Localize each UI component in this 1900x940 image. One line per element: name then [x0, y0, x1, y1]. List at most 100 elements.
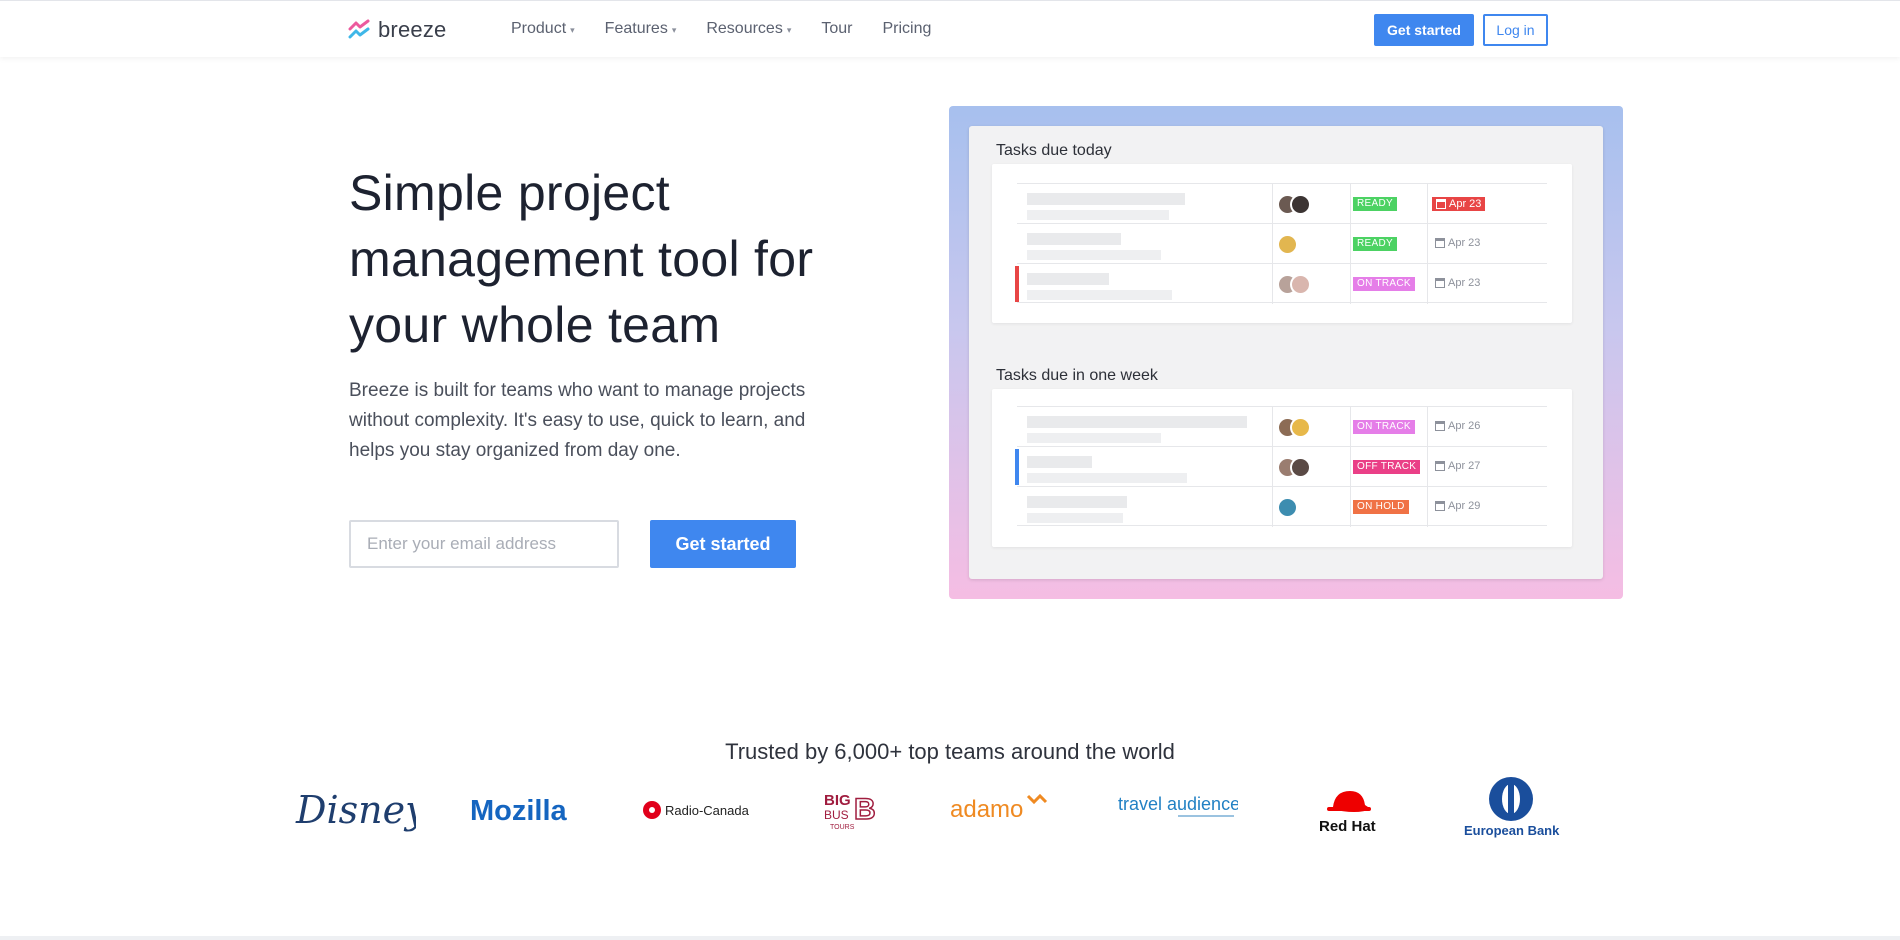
task-title-placeholder	[1027, 456, 1092, 468]
section-title-week: Tasks due in one week	[996, 367, 1158, 384]
assignee-avatars	[1277, 497, 1298, 518]
adamo-logo-text: adamo	[950, 796, 1023, 823]
due-date-text: Apr 26	[1448, 420, 1481, 432]
top-navbar: breeze Product ▾ Features ▾ Resources ▾ Tou…	[0, 0, 1900, 57]
due-date-text: Apr 23	[1448, 277, 1481, 289]
travel-audience-logo-text: travel audience	[1118, 794, 1238, 814]
trusted-heading: Trusted by 6,000+ top teams around the w…	[725, 739, 1175, 764]
status-badge: ON TRACK	[1353, 277, 1415, 291]
tasks-week-card: ON TRACK Apr 26 OFF TRACK Apr 27 ON HOLD…	[992, 389, 1572, 547]
task-title-placeholder	[1027, 416, 1247, 428]
nav-get-started-button[interactable]: Get started	[1374, 14, 1474, 46]
task-title-placeholder	[1027, 233, 1121, 245]
status-badge: ON HOLD	[1353, 500, 1409, 514]
task-title-placeholder	[1027, 496, 1127, 508]
menu-label: Tour	[821, 20, 853, 37]
due-date-text: Apr 23	[1448, 237, 1481, 249]
red-hat-logo-text: Red Hat	[1319, 818, 1376, 835]
menu-item-pricing[interactable]: Pricing	[882, 20, 931, 38]
task-title-placeholder	[1027, 193, 1185, 205]
task-row[interactable]: ON HOLD Apr 29	[1017, 486, 1547, 527]
task-row[interactable]: READY Apr 23	[1017, 183, 1547, 224]
task-row[interactable]: READY Apr 23	[1017, 223, 1547, 264]
assignee-avatars	[1277, 457, 1311, 478]
section-title-today: Tasks due today	[996, 142, 1112, 159]
task-subtitle-placeholder	[1027, 250, 1161, 260]
chevron-down-icon: ▾	[671, 24, 677, 35]
task-subtitle-placeholder	[1027, 513, 1123, 523]
avatar	[1290, 457, 1311, 478]
menu-item-features[interactable]: Features ▾	[605, 20, 677, 38]
calendar-icon	[1435, 238, 1445, 248]
calendar-icon	[1436, 199, 1446, 209]
due-date-text: Apr 27	[1448, 460, 1481, 472]
assignee-avatars	[1277, 234, 1298, 255]
travel-audience-logo: travel audience	[1118, 794, 1238, 817]
due-date: Apr 29	[1435, 500, 1480, 512]
assignee-avatars	[1277, 194, 1311, 215]
task-subtitle-placeholder	[1027, 473, 1187, 483]
menu-label: Pricing	[882, 20, 932, 37]
radio-canada-logo-text: Radio-Canada	[665, 803, 750, 818]
assignee-avatars	[1277, 274, 1311, 295]
task-row[interactable]: ON TRACK Apr 26	[1017, 406, 1547, 447]
red-hat-logo: Red Hat	[1319, 791, 1376, 835]
european-bank-logo-text: European Bank	[1464, 823, 1560, 838]
avatar	[1290, 274, 1311, 295]
task-subtitle-placeholder	[1027, 433, 1161, 443]
hero-get-started-button[interactable]: Get started	[650, 520, 796, 568]
breeze-logo[interactable]: breeze	[348, 17, 446, 43]
status-badge: ON TRACK	[1353, 420, 1415, 434]
email-input[interactable]	[349, 520, 619, 568]
calendar-icon	[1435, 501, 1445, 511]
due-date-text: Apr 23	[1449, 198, 1482, 210]
status-badge: OFF TRACK	[1353, 460, 1421, 474]
due-date: Apr 23	[1432, 197, 1486, 211]
avatar	[1290, 194, 1311, 215]
priority-marker	[1015, 266, 1019, 302]
task-row[interactable]: OFF TRACK Apr 27	[1015, 446, 1547, 487]
menu-label: Features	[604, 20, 668, 37]
european-bank-logo: European Bank	[1464, 777, 1560, 838]
adamo-logo: adamo	[950, 793, 1048, 823]
menu-label: Resources	[706, 20, 783, 37]
customer-logos: Disney Mozilla Radio-Canada BIG BUS B TO…	[0, 775, 1900, 855]
hero-title: Simple project management tool for your …	[349, 165, 814, 353]
svg-text:B: B	[854, 793, 876, 826]
avatar	[1277, 497, 1298, 518]
menu-item-product[interactable]: Product ▾	[511, 20, 575, 38]
avatar	[1277, 234, 1298, 255]
task-row[interactable]: ON TRACK Apr 23	[1015, 263, 1547, 304]
due-date: Apr 26	[1435, 420, 1480, 432]
avatar	[1290, 417, 1311, 438]
svg-text:BIG: BIG	[824, 792, 851, 809]
product-mockup: Tasks due today READY Apr 23 READY Apr 2…	[949, 106, 1623, 599]
task-title-placeholder	[1027, 273, 1109, 285]
assignee-avatars	[1277, 417, 1311, 438]
disney-logo: Disney	[295, 788, 416, 832]
mozilla-logo-text: Mozilla	[470, 795, 568, 827]
mockup-panel: Tasks due today READY Apr 23 READY Apr 2…	[969, 126, 1603, 579]
chevron-down-icon: ▾	[786, 24, 792, 35]
menu-item-tour[interactable]: Tour	[821, 20, 852, 38]
login-button[interactable]: Log in	[1483, 14, 1548, 46]
calendar-icon	[1435, 461, 1445, 471]
due-date: Apr 23	[1435, 277, 1480, 289]
priority-marker	[1015, 449, 1019, 485]
svg-text:TOURS: TOURS	[830, 824, 855, 831]
main-menu: Product ▾ Features ▾ Resources ▾ Tour Prici…	[511, 20, 931, 38]
due-date-text: Apr 29	[1448, 500, 1481, 512]
breeze-logo-icon	[348, 19, 370, 39]
calendar-icon	[1435, 421, 1445, 431]
menu-item-resources[interactable]: Resources ▾	[706, 20, 791, 38]
menu-label: Product	[511, 20, 567, 37]
logo-text: breeze	[378, 17, 447, 42]
task-subtitle-placeholder	[1027, 210, 1169, 220]
status-badge: READY	[1353, 197, 1397, 211]
mozilla-logo: Mozilla	[470, 795, 568, 827]
big-bus-tours-logo: BIG BUS B TOURS	[824, 792, 876, 831]
disney-logo-text: Disney	[295, 788, 416, 832]
section-divider	[0, 936, 1900, 940]
svg-text:BUS: BUS	[824, 808, 849, 822]
due-date: Apr 27	[1435, 460, 1480, 472]
